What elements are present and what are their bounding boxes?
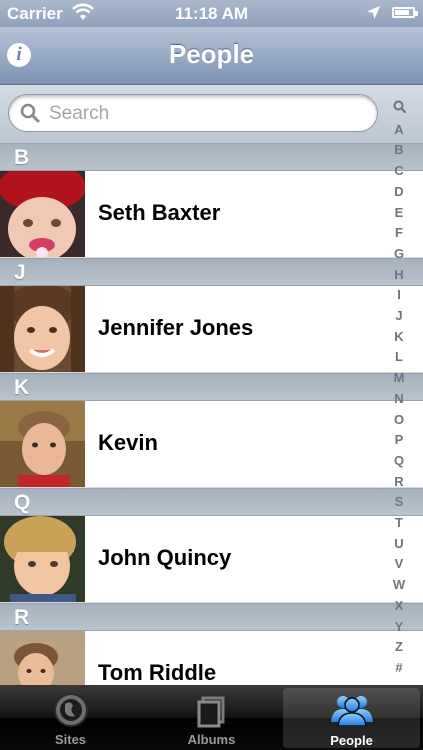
index-letter[interactable]: G xyxy=(394,246,404,261)
index-letter[interactable]: V xyxy=(395,557,404,571)
list-item[interactable]: Jennifer Jones xyxy=(0,286,423,373)
index-letter[interactable]: J xyxy=(395,309,402,323)
index-letter[interactable]: M xyxy=(394,371,405,385)
globe-icon xyxy=(53,692,89,733)
tab-bar: Sites Albums People xyxy=(0,685,423,750)
index-letter[interactable]: L xyxy=(395,350,403,364)
section-header-q: Q xyxy=(0,488,423,516)
search-bar xyxy=(0,85,423,144)
search-field[interactable] xyxy=(8,94,378,132)
status-time: 11:18 AM xyxy=(174,4,249,23)
avatar xyxy=(0,171,85,257)
index-letter[interactable]: D xyxy=(394,184,403,199)
people-icon xyxy=(329,692,375,731)
index-letter[interactable]: B xyxy=(394,143,403,157)
section-header-r: R xyxy=(0,603,423,631)
index-letter[interactable]: X xyxy=(395,598,404,613)
index-letter[interactable]: F xyxy=(395,226,403,240)
list-item[interactable]: Tom Riddle xyxy=(0,631,423,685)
person-name: Seth Baxter xyxy=(98,200,221,225)
index-letter[interactable]: P xyxy=(395,433,404,447)
index-letter[interactable]: U xyxy=(394,536,403,551)
tab-sites[interactable]: Sites xyxy=(0,685,141,750)
person-name: Jennifer Jones xyxy=(98,315,254,340)
index-letter[interactable]: Y xyxy=(395,619,404,634)
tab-label: People xyxy=(330,733,373,748)
page-title: People xyxy=(168,39,255,69)
section-header-b: B xyxy=(0,143,423,171)
index-letter[interactable]: W xyxy=(393,578,405,592)
index-letter[interactable]: H xyxy=(394,267,403,282)
section-header-j: J xyxy=(0,258,423,286)
albums-icon xyxy=(194,692,230,733)
section-index[interactable]: A B C D E F G H I J K L M N O P Q R S T U V W X Y Z # xyxy=(386,100,412,675)
section-header-k: K xyxy=(0,373,423,401)
index-letter[interactable]: E xyxy=(395,205,404,220)
people-list: B Seth Baxter J Jennifer Jones K Kevin Q… xyxy=(0,143,423,685)
index-letter[interactable]: O xyxy=(394,412,404,427)
index-letter[interactable]: A xyxy=(394,122,403,137)
tab-label: Albums xyxy=(187,732,236,747)
index-letter[interactable]: Z xyxy=(395,640,403,654)
index-letter[interactable]: N xyxy=(394,391,403,406)
tab-people[interactable]: People xyxy=(283,688,420,748)
tab-label: Sites xyxy=(54,732,87,747)
avatar xyxy=(0,516,85,602)
index-letter[interactable]: S xyxy=(395,495,404,509)
location-arrow-icon xyxy=(366,5,381,25)
status-bar: Carrier 11:18 AM xyxy=(0,0,423,27)
battery-icon xyxy=(392,7,418,18)
list-item[interactable]: John Quincy xyxy=(0,516,423,603)
person-name: Kevin xyxy=(98,430,158,455)
list-item[interactable]: Kevin xyxy=(0,401,423,488)
index-letter[interactable]: T xyxy=(395,516,403,530)
search-input[interactable] xyxy=(47,101,371,127)
avatar xyxy=(0,401,85,487)
avatar xyxy=(0,286,85,372)
index-search-icon[interactable] xyxy=(393,100,406,116)
index-letter[interactable]: K xyxy=(394,329,403,344)
index-letter[interactable]: Q xyxy=(394,453,404,468)
index-letter[interactable]: # xyxy=(395,660,402,675)
index-letter[interactable]: C xyxy=(394,164,403,178)
search-icon xyxy=(20,103,40,128)
index-letter[interactable]: R xyxy=(394,474,403,489)
tab-albums[interactable]: Albums xyxy=(141,685,282,750)
person-name: John Quincy xyxy=(98,545,232,570)
avatar xyxy=(0,631,85,685)
person-name: Tom Riddle xyxy=(98,660,217,685)
navigation-bar: i People xyxy=(0,27,423,85)
list-item[interactable]: Seth Baxter xyxy=(0,171,423,258)
index-letter[interactable]: I xyxy=(397,288,401,302)
